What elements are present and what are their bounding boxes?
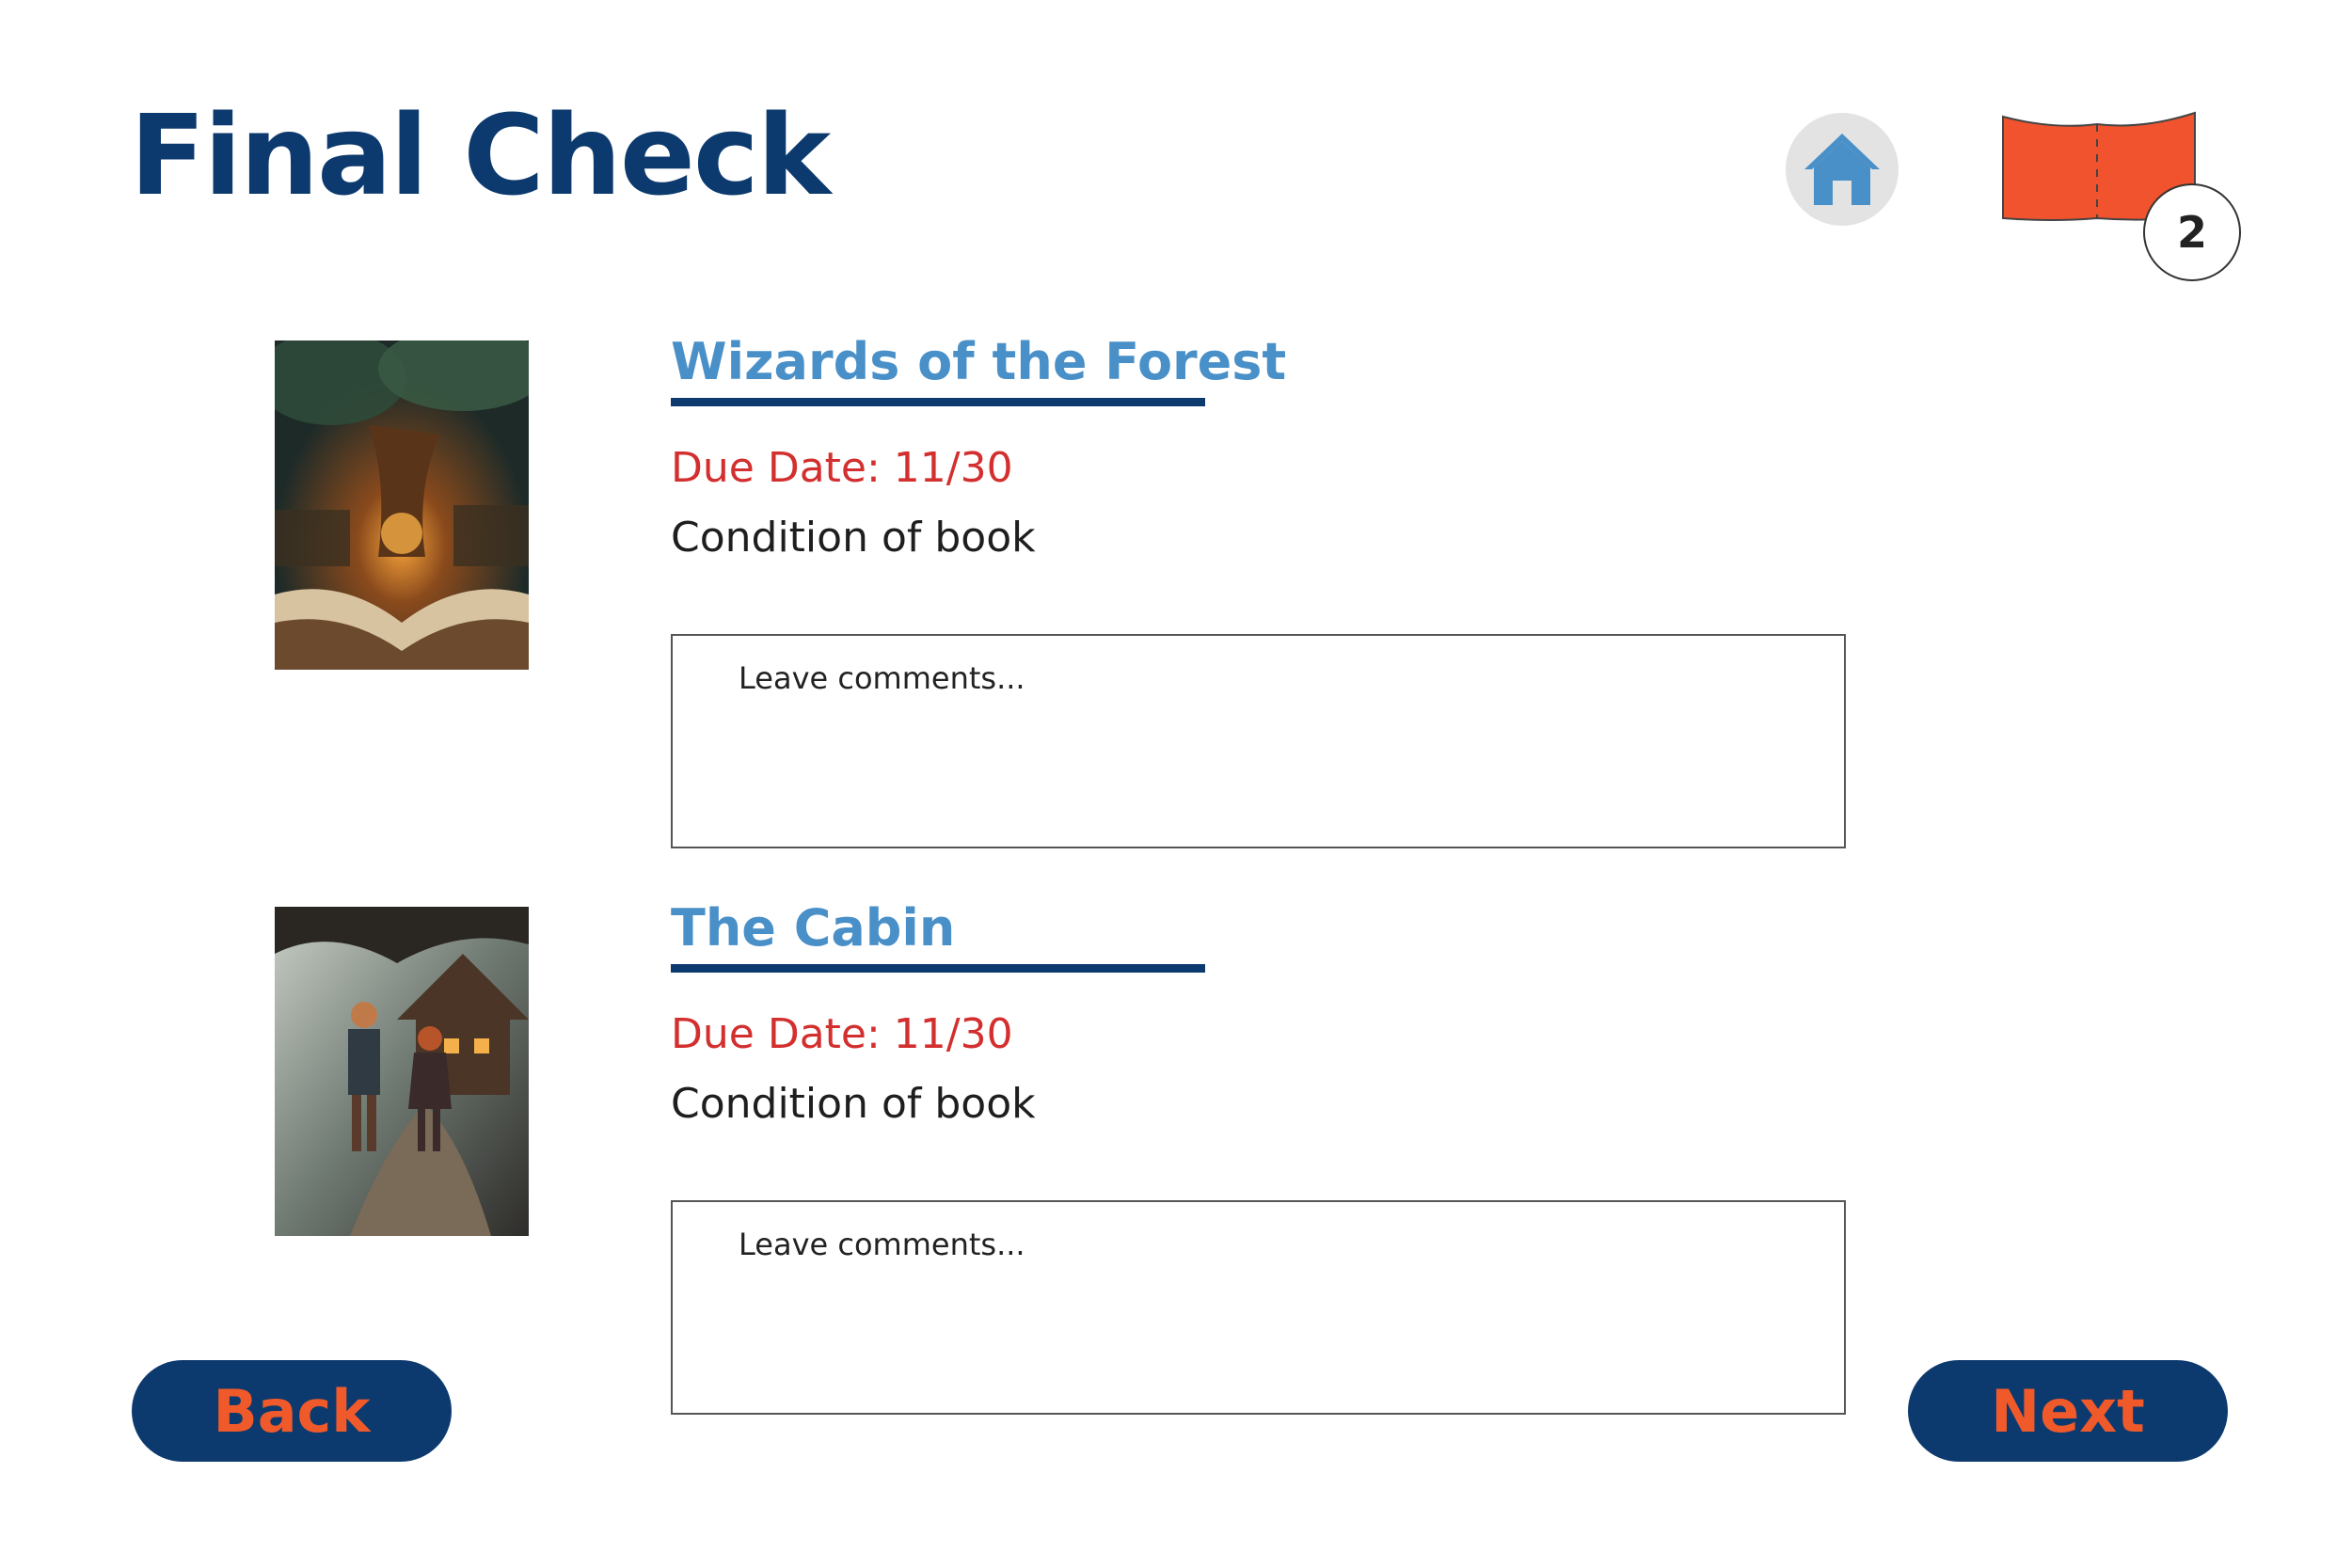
page-title: Final Check [130, 90, 831, 220]
condition-label: Condition of book [671, 514, 1036, 562]
back-button[interactable]: Back [132, 1360, 452, 1462]
home-button[interactable] [1786, 113, 1899, 226]
book-cover-wizards [256, 326, 548, 670]
book-title: The Cabin [671, 898, 956, 958]
book-cover-cabin [275, 907, 529, 1236]
comments-field[interactable] [671, 1200, 1846, 1415]
due-date: Due Date: 11/30 [671, 1010, 1013, 1058]
title-underline [671, 964, 1205, 973]
book-title: Wizards of the Forest [671, 332, 1287, 391]
title-underline [671, 398, 1205, 406]
due-date: Due Date: 11/30 [671, 444, 1013, 492]
home-icon [1804, 134, 1880, 205]
next-button[interactable]: Next [1908, 1360, 2228, 1462]
cart-count-badge: 2 [2143, 183, 2241, 281]
comments-field[interactable] [671, 634, 1846, 848]
condition-label: Condition of book [671, 1080, 1036, 1128]
